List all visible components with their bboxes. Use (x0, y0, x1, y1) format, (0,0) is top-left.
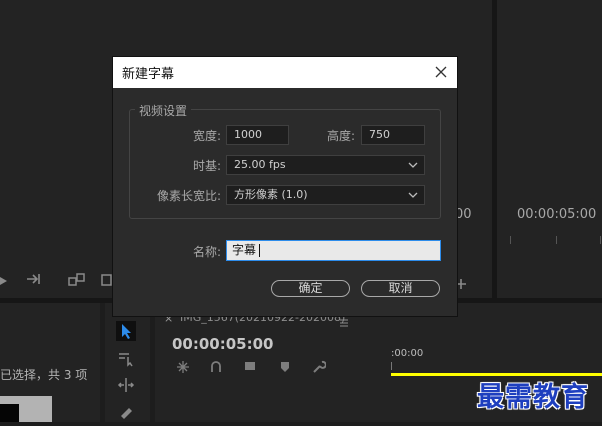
timeline-ruler-tick (391, 362, 392, 370)
video-settings-legend: 视频设置 (135, 102, 192, 119)
timeline-timecode[interactable]: 00:00:05:00 (172, 335, 274, 353)
new-title-dialog: 新建字幕 视频设置 宽度: 1000 高度: 750 时基: 25.00 fps… (113, 57, 457, 316)
linked-selection-icon[interactable] (209, 359, 223, 373)
width-label: 宽度: (192, 129, 221, 143)
step-forward-icon[interactable] (26, 271, 42, 285)
marker-icon[interactable] (279, 359, 291, 373)
timeline-ruler-time: :00:00 (391, 348, 424, 359)
add-marker-icon[interactable] (243, 359, 257, 373)
project-selection-status: 已选择，共 3 项 (0, 368, 88, 382)
timebase-select[interactable]: 25.00 fps (226, 155, 425, 175)
height-input[interactable]: 750 (361, 125, 425, 145)
ok-button[interactable]: 确定 (271, 280, 350, 297)
timebase-label: 时基: (192, 159, 221, 173)
dialog-titlebar: 新建字幕 (113, 57, 457, 88)
wrench-icon[interactable] (312, 359, 327, 373)
insert-icon[interactable] (0, 272, 10, 285)
name-label: 名称: (192, 245, 221, 259)
snap-icon[interactable] (176, 359, 190, 373)
ripple-edit-tool-icon[interactable] (116, 375, 136, 395)
project-thumbnail[interactable] (0, 396, 52, 422)
export-frame-icon[interactable] (101, 271, 113, 286)
dialog-title: 新建字幕 (122, 67, 175, 82)
razor-tool-icon[interactable] (116, 402, 136, 422)
close-icon[interactable] (429, 60, 453, 84)
overwrite-icon[interactable] (68, 271, 86, 286)
program-timecode[interactable]: 00:00:05:00 (517, 207, 596, 222)
pixel-aspect-select[interactable]: 方形像素 (1.0) (226, 185, 425, 205)
source-timecode-partial: 00 (455, 207, 472, 222)
panel-divider-vertical (492, 0, 497, 298)
cancel-button[interactable]: 取消 (361, 280, 440, 297)
width-input[interactable]: 1000 (226, 125, 289, 145)
program-monitor-panel (497, 0, 602, 298)
chevron-down-icon (408, 162, 418, 168)
name-input[interactable]: 字幕 (226, 240, 441, 261)
selection-tool-icon[interactable] (116, 321, 136, 341)
track-select-tool-icon[interactable] (116, 348, 136, 368)
pixel-aspect-label: 像素长宽比: (156, 189, 221, 203)
pixel-aspect-value: 方形像素 (1.0) (234, 188, 308, 201)
name-value: 字幕 (232, 243, 257, 257)
timebase-value: 25.00 fps (234, 158, 286, 171)
height-label: 高度: (326, 129, 355, 143)
text-cursor (259, 244, 261, 257)
watermark-logo: 最需教育 (477, 382, 589, 413)
program-ruler (508, 236, 602, 246)
chevron-down-icon (408, 192, 418, 198)
